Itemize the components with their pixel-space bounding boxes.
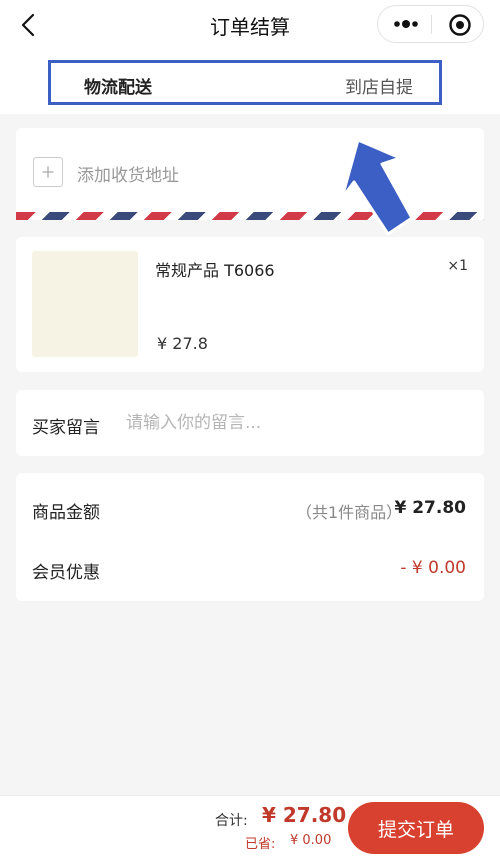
product-card: 常规产品 T6066 ×1 ¥ 27.8 xyxy=(16,237,484,372)
total-value: ¥ 27.80 xyxy=(262,803,347,827)
goods-amount-label: 商品金额 xyxy=(32,503,100,523)
delivery-method-bar: 物流配送 到店自提 xyxy=(0,50,500,114)
product-thumbnail xyxy=(32,251,138,357)
buyer-message-card: 买家留言 xyxy=(16,390,484,456)
plus-icon xyxy=(33,157,63,187)
product-quantity: ×1 xyxy=(447,258,468,274)
tab-logistics-delivery[interactable]: 物流配送 xyxy=(84,73,152,98)
target-icon[interactable] xyxy=(448,13,472,37)
more-dots-icon[interactable] xyxy=(391,8,421,40)
tab-store-pickup[interactable]: 到店自提 xyxy=(345,73,413,98)
mini-program-capsule xyxy=(377,5,484,43)
airmail-stripe-divider xyxy=(16,212,484,220)
buyer-message-input[interactable] xyxy=(126,408,466,438)
delivery-tabs-highlight: 物流配送 到店自提 xyxy=(48,60,442,105)
capsule-divider xyxy=(431,15,432,34)
add-address-label: 添加收货地址 xyxy=(77,166,179,186)
product-name: 常规产品 T6066 xyxy=(155,261,275,280)
price-summary-card: 商品金额 （共1件商品） ¥ 27.80 会员优惠 - ¥ 0.00 xyxy=(16,473,484,601)
add-address-card[interactable]: 添加收货地址 xyxy=(16,128,484,220)
goods-count-note: （共1件商品） xyxy=(296,503,403,522)
navigation-bar: 订单结算 xyxy=(0,0,500,50)
member-discount-value: - ¥ 0.00 xyxy=(400,558,466,578)
total-label: 合计: xyxy=(215,813,248,829)
goods-amount-value: ¥ 27.80 xyxy=(394,498,466,518)
product-price: ¥ 27.8 xyxy=(157,334,208,353)
saved-value: ¥ 0.00 xyxy=(290,833,332,848)
buyer-message-label: 买家留言 xyxy=(32,418,100,438)
saved-label: 已省: xyxy=(245,837,276,852)
submit-order-button[interactable]: 提交订单 xyxy=(348,802,484,854)
member-discount-label: 会员优惠 xyxy=(32,563,100,583)
checkout-bottom-bar: 合计: ¥ 27.80 已省: ¥ 0.00 提交订单 xyxy=(0,795,500,859)
